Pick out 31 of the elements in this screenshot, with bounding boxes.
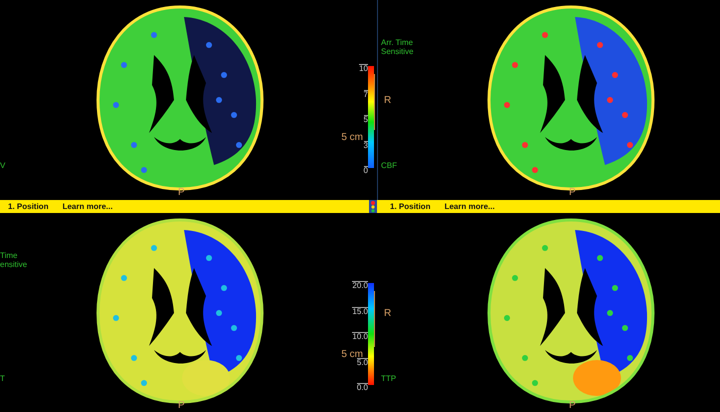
traffic-light-icon[interactable]: [366, 200, 380, 213]
tick-label: 7: [364, 90, 368, 98]
map-label: V: [0, 161, 6, 170]
step-label[interactable]: 1. Position: [8, 200, 48, 212]
tick-label: 10: [359, 64, 368, 73]
map-label: TTP: [381, 374, 396, 383]
learn-more-link[interactable]: Learn more...: [62, 200, 113, 212]
orientation-label: P: [178, 400, 185, 411]
learn-more-link[interactable]: Learn more...: [444, 200, 495, 212]
tick-label: 5.0: [356, 358, 368, 366]
scale-label: 5 cm: [341, 349, 363, 360]
scale-label: 5 cm: [341, 132, 363, 143]
orientation-label: P: [178, 187, 185, 198]
orientation-label: P: [569, 400, 576, 411]
map-label: T: [0, 374, 5, 383]
sequence-label: Arr. Time: [381, 38, 414, 47]
tick-label: 3: [364, 140, 368, 150]
tick-label: 0.0: [356, 383, 368, 392]
orientation-label: R: [384, 308, 392, 319]
tick-label: 0: [364, 166, 368, 175]
orientation-label: R: [384, 95, 392, 106]
step-label[interactable]: 1. Position: [390, 200, 430, 212]
orientation-label: P: [569, 187, 576, 198]
tick-label: 20.0: [352, 281, 368, 290]
tick-label: 15.0: [352, 306, 368, 316]
map-label: CBF: [381, 161, 397, 170]
sequence-label: Time: [0, 251, 18, 260]
tick-label: 10.0: [352, 332, 368, 341]
sequence-label: Sensitive: [381, 47, 414, 56]
tick-label: 5: [364, 115, 368, 124]
sequence-label: ensitive: [0, 260, 28, 269]
